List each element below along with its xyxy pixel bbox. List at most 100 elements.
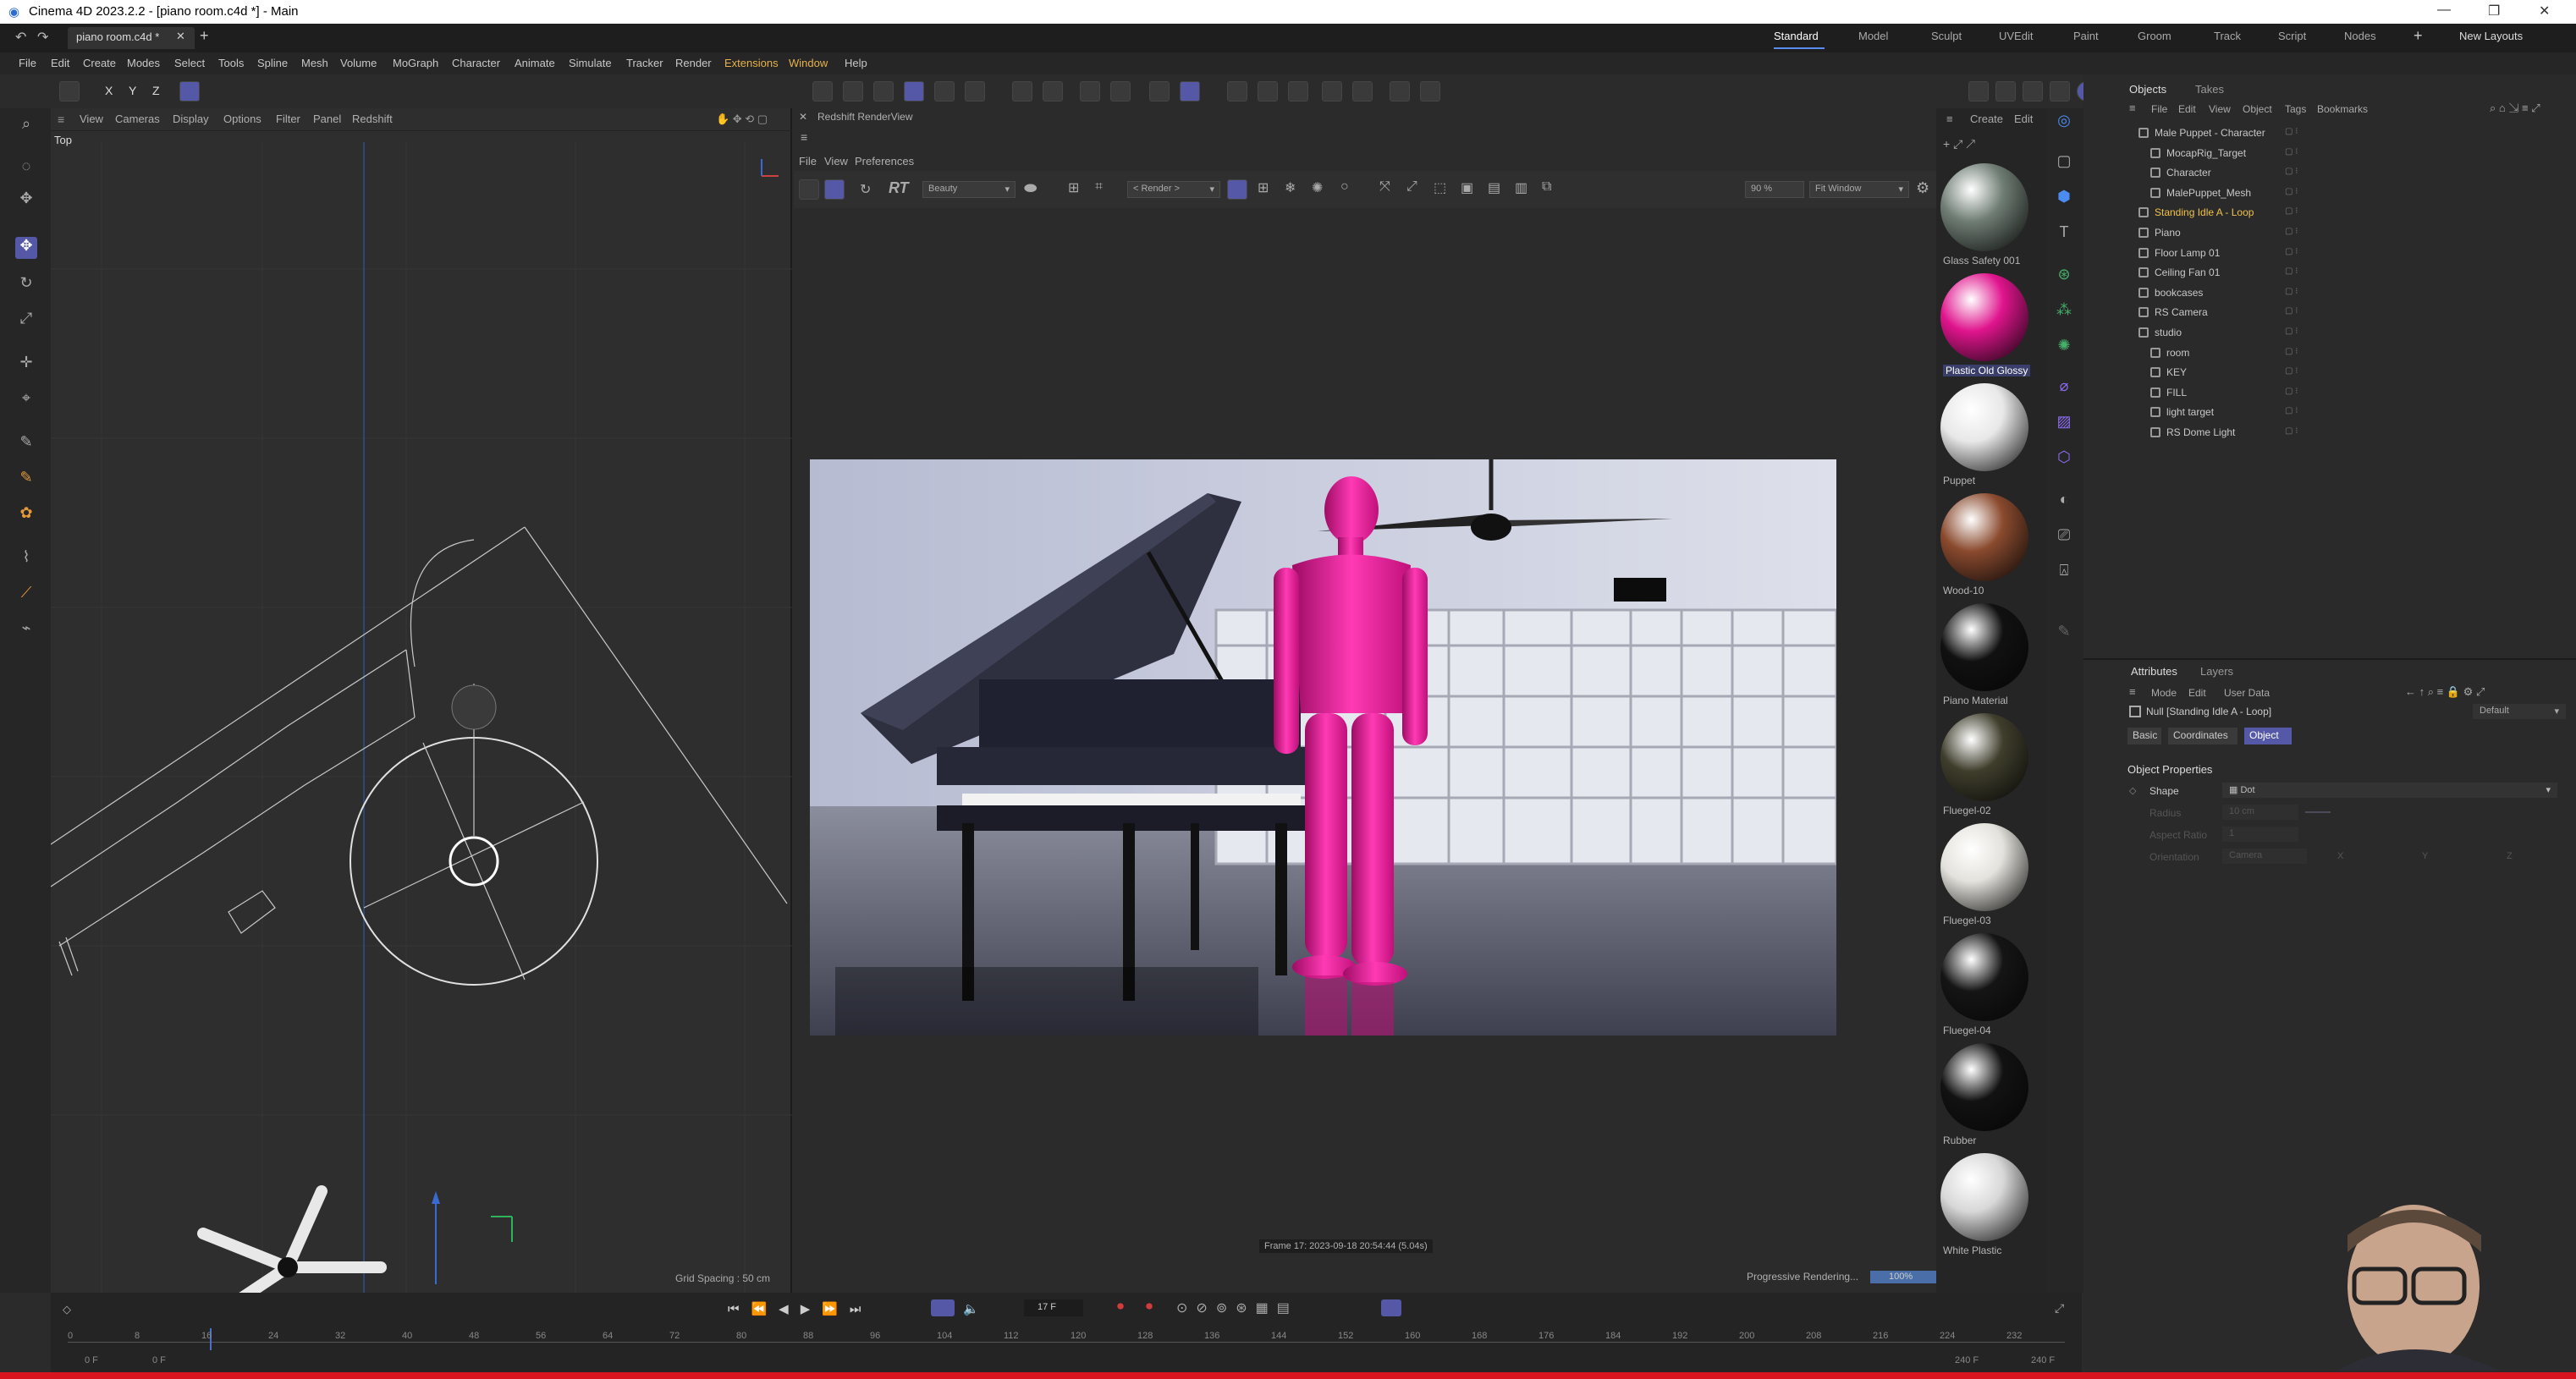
circle-icon[interactable]: ○ xyxy=(1340,179,1349,195)
visibility-toggle[interactable]: ▢ ⁝ xyxy=(2285,426,2298,436)
cube-icon[interactable]: ⬢ xyxy=(2053,188,2075,210)
shape-select[interactable]: ▦ Dot ▾ xyxy=(2222,783,2557,798)
menu-help[interactable]: Help xyxy=(845,57,867,69)
timeline-expand-icon[interactable]: ⤢ xyxy=(2055,1301,2064,1316)
playback-controls[interactable]: ⏮⏪◀▶⏩⏭ xyxy=(728,1301,872,1316)
pivot-tool-icon[interactable]: ⌖ xyxy=(15,389,37,411)
subtab-object[interactable]: Object xyxy=(2244,728,2292,744)
menu-character[interactable]: Character xyxy=(452,57,500,69)
search-icon[interactable]: ⌕ xyxy=(15,115,37,137)
object-tree-item[interactable]: RS Camera xyxy=(2155,306,2208,318)
brush-tool-icon[interactable]: ⌇ xyxy=(15,548,37,570)
visibility-toggle[interactable]: ▢ ⁝ xyxy=(2285,127,2298,136)
objects-menu-file[interactable]: File xyxy=(2151,103,2167,115)
maximize-button[interactable]: ❐ xyxy=(2488,3,2500,19)
visibility-toggle[interactable]: ▢ ⁝ xyxy=(2285,406,2298,415)
preset-select[interactable]: Default ▾ xyxy=(2473,704,2566,719)
record-button[interactable] xyxy=(1390,81,1410,102)
object-tree-item[interactable]: Character xyxy=(2166,167,2211,179)
live-select-icon[interactable]: ✥ xyxy=(15,190,37,212)
z-axis-toggle[interactable]: Z xyxy=(152,84,160,97)
knife-tool-icon[interactable]: ⌁ xyxy=(15,619,37,641)
visibility-toggle[interactable]: ▢ ⁝ xyxy=(2285,327,2298,336)
new-tab-icon[interactable]: + xyxy=(200,27,209,45)
grid-snap-button[interactable] xyxy=(1149,81,1170,102)
menu-select[interactable]: Select xyxy=(174,57,205,69)
material-swatch[interactable] xyxy=(1940,933,2028,1021)
layout-standard[interactable]: Standard xyxy=(1774,30,1819,42)
record-key-icon[interactable]: ⏺ xyxy=(1117,1299,1124,1315)
visibility-toggle[interactable]: ▢ ⁝ xyxy=(2285,187,2298,196)
renderview-menu-preferences[interactable]: Preferences xyxy=(855,155,914,168)
soft-selection-button[interactable] xyxy=(1227,81,1247,102)
cloner-icon[interactable]: ⁂ xyxy=(2053,301,2075,323)
shape-keyframe-icon[interactable]: ◇ xyxy=(2129,785,2136,796)
deformer-icon[interactable]: ⌀ xyxy=(2053,377,2075,399)
bucket-icon[interactable]: ⊞ xyxy=(1258,179,1269,196)
axis-mode-button[interactable] xyxy=(965,81,985,102)
snap-dropdown-button[interactable] xyxy=(1110,81,1131,102)
render-view-button[interactable] xyxy=(1288,81,1308,102)
layout-toggle-1[interactable] xyxy=(1968,81,1989,102)
key-filter-button[interactable] xyxy=(1381,1299,1401,1316)
material-swatch[interactable] xyxy=(1940,1043,2028,1131)
move-tool-icon[interactable]: ✥ xyxy=(15,237,37,259)
edges-mode-button[interactable] xyxy=(843,81,863,102)
loop-button[interactable] xyxy=(931,1299,955,1316)
menu-tracker[interactable]: Tracker xyxy=(626,57,663,69)
object-tree-item[interactable]: Ceiling Fan 01 xyxy=(2155,266,2220,278)
layout-paint[interactable]: Paint xyxy=(2073,30,2099,42)
layout-groom[interactable]: Groom xyxy=(2138,30,2171,42)
object-tree-item[interactable]: RS Dome Light xyxy=(2166,426,2235,438)
objects-menu-bookmarks[interactable]: Bookmarks xyxy=(2317,103,2368,115)
object-tree-item[interactable]: room xyxy=(2166,347,2189,359)
object-tree-item[interactable]: MocapRig_Target xyxy=(2166,147,2246,159)
renderview-menu-file[interactable]: File xyxy=(799,155,817,168)
material-swatch[interactable] xyxy=(1940,163,2028,251)
render-target-select[interactable]: < Render > ▾ xyxy=(1127,181,1220,198)
object-tree-item[interactable]: MalePuppet_Mesh xyxy=(2166,187,2251,199)
object-tree-item[interactable]: Piano xyxy=(2155,227,2181,239)
object-tree-item[interactable]: Male Puppet - Character xyxy=(2155,127,2265,139)
viewport-menu-filter[interactable]: Filter xyxy=(276,113,300,125)
workplane-button[interactable] xyxy=(1012,81,1032,102)
material-menu-icon[interactable]: ≡ xyxy=(1946,113,1953,125)
visibility-toggle[interactable]: ▢ ⁝ xyxy=(2285,366,2298,376)
layout-uvedit[interactable]: UVEdit xyxy=(1999,30,2033,42)
material-swatch[interactable] xyxy=(1940,273,2028,361)
objects-menu-edit[interactable]: Edit xyxy=(2178,103,2196,115)
sound-icon[interactable]: 🔈 xyxy=(963,1301,979,1316)
select-tool-icon[interactable]: ◌ xyxy=(15,157,37,179)
layout-toggle-3[interactable] xyxy=(2023,81,2043,102)
grid-icon[interactable]: ⊞ xyxy=(1068,179,1079,196)
layout-track[interactable]: Track xyxy=(2214,30,2241,42)
visibility-toggle[interactable]: ▢ ⁝ xyxy=(2285,387,2298,396)
zoom-select[interactable]: 90 % xyxy=(1745,181,1804,198)
renderview-menu-view[interactable]: View xyxy=(824,155,848,168)
light-object-icon[interactable]: ⍓ xyxy=(2053,562,2075,584)
object-tree-item[interactable]: Standing Idle A - Loop xyxy=(2155,206,2254,218)
refresh-icon[interactable]: ↻ xyxy=(860,181,871,198)
fit-icon[interactable]: ⤧ xyxy=(1379,179,1390,195)
radius-slider[interactable] xyxy=(2305,811,2331,813)
aov-select[interactable]: Beauty ▾ xyxy=(922,181,1016,198)
layout-toggle-2[interactable] xyxy=(1995,81,2016,102)
attributes-nav-icons[interactable]: ← ↑ ⌕ ≡ 🔒 ⚙ ⤢ xyxy=(2405,685,2485,699)
zoom-icon[interactable]: ⤢ xyxy=(1406,179,1417,195)
menu-create[interactable]: Create xyxy=(83,57,116,69)
attributes-menu-mode[interactable]: Mode xyxy=(2151,687,2177,699)
undo-button[interactable] xyxy=(59,81,80,102)
new-layouts-button[interactable]: New Layouts xyxy=(2459,30,2523,42)
magnet-button[interactable] xyxy=(1080,81,1100,102)
render-region-button[interactable] xyxy=(1258,81,1278,102)
orientation-select[interactable]: Camera xyxy=(2222,849,2307,864)
object-tree-item[interactable]: light target xyxy=(2166,406,2214,418)
measure-tool-icon[interactable]: ⟋ xyxy=(15,584,37,606)
close-button[interactable]: ✕ xyxy=(2539,3,2550,19)
add-layout-icon[interactable]: + xyxy=(2414,27,2423,45)
null-object-icon[interactable]: ▢ xyxy=(2053,152,2075,174)
active-camera-icon[interactable]: ◎ xyxy=(2053,112,2075,134)
keyframe-icon[interactable]: ◇ xyxy=(63,1303,71,1316)
visibility-toggle[interactable]: ▢ ⁝ xyxy=(2285,287,2298,296)
visibility-toggle[interactable]: ▢ ⁝ xyxy=(2285,147,2298,157)
